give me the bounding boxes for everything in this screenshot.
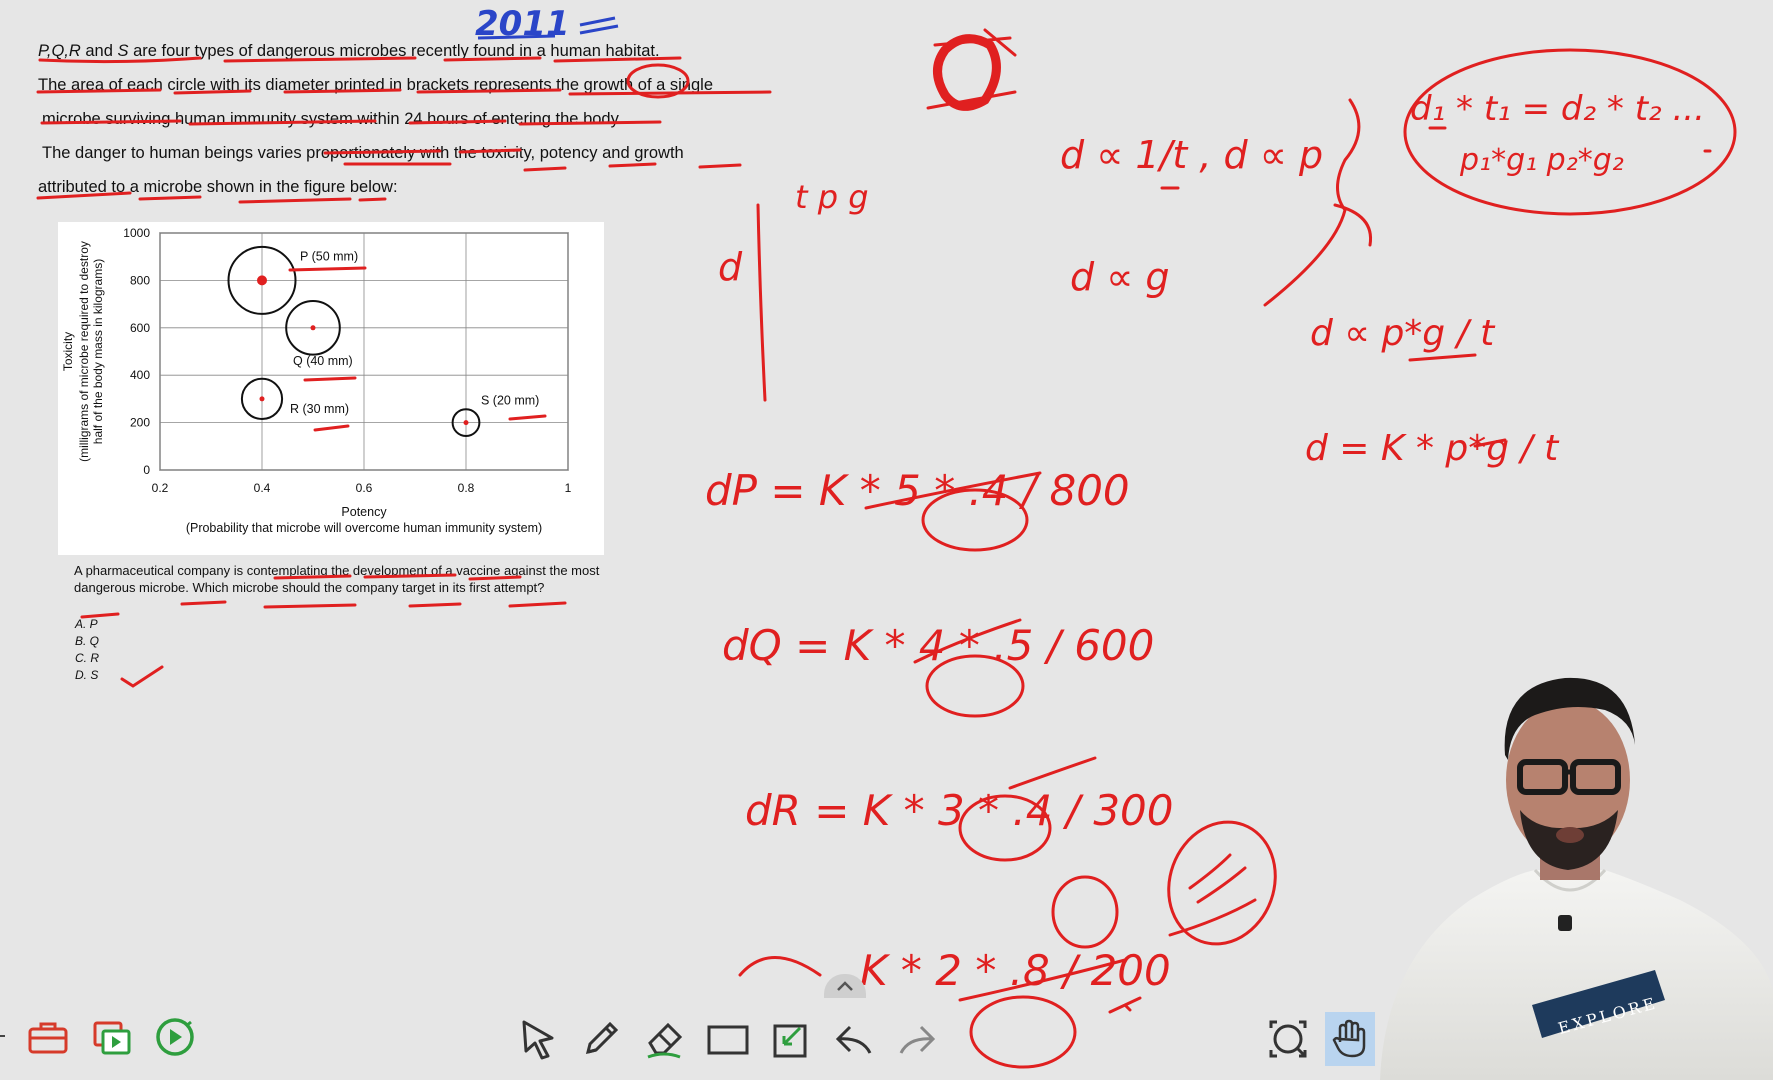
- toolbox-icon: [28, 1022, 68, 1054]
- whiteboard-canvas[interactable]: P,Q,R and S are four types of dangerous …: [0, 0, 1773, 1080]
- ink-boxed-top: d₁ * t₁ = d₂ * t₂ ...: [1410, 89, 1705, 129]
- ink-d-prop-t: d ∝ 1/t , d ∝ p: [1060, 133, 1323, 177]
- play-button[interactable]: [152, 1014, 198, 1060]
- toolbar-drawing: [515, 1010, 955, 1070]
- ink-dr: dR = K * 3 * .4 / 300: [745, 786, 1174, 835]
- chevron-up-icon: [837, 981, 853, 991]
- undo-button[interactable]: [831, 1016, 877, 1062]
- toolbar-left: [0, 1010, 230, 1070]
- undo-icon: [835, 1025, 872, 1054]
- redo-button[interactable]: [894, 1016, 940, 1062]
- ink-dq: dQ = K * 4 * .5 / 600: [722, 621, 1154, 670]
- rectangle-icon: [707, 1025, 749, 1055]
- ink-d-eq: d = K * p*g / t: [1305, 428, 1560, 469]
- zoom-fit-icon: [1269, 1020, 1307, 1058]
- pen-button[interactable]: [578, 1016, 624, 1062]
- eraser-icon: [647, 1022, 683, 1059]
- ink-d-prop-pgt: d ∝ p*g / t: [1310, 313, 1496, 354]
- ink-dp: dP = K * 5 * .4 / 800: [705, 466, 1130, 515]
- toolbar-right: [1265, 1010, 1375, 1070]
- ink-axis-d: d: [718, 245, 743, 289]
- lapel-mic: [1558, 915, 1572, 931]
- play-icon: [156, 1018, 194, 1056]
- ink-boxed-bottom: p₁*g₁ p₂*g₂: [1459, 143, 1624, 178]
- pointer-button[interactable]: [515, 1016, 561, 1062]
- edge-dash: [0, 1014, 10, 1060]
- pointer-icon: [522, 1020, 554, 1060]
- ink-d-prop-g: d ∝ g: [1070, 255, 1170, 299]
- zoom-fit-button[interactable]: [1265, 1016, 1311, 1062]
- ink-axis-head: t p g: [795, 178, 869, 216]
- toolbox-button[interactable]: [25, 1014, 71, 1060]
- check-box-icon: [773, 1024, 807, 1058]
- presenter-shirt: [1380, 870, 1773, 1080]
- check-box-button[interactable]: [768, 1016, 814, 1062]
- eraser-button[interactable]: [641, 1016, 687, 1062]
- media-icon: [93, 1021, 131, 1055]
- redo-icon: [899, 1025, 936, 1054]
- ink-blue: 2011: [475, 4, 619, 44]
- media-button[interactable]: [88, 1014, 134, 1060]
- rectangle-button[interactable]: [705, 1016, 751, 1062]
- ink-ds: K * 2 * .8 / 200: [860, 946, 1171, 995]
- pen-icon: [585, 1021, 619, 1055]
- presenter-video: EXPLORE: [1380, 677, 1773, 1080]
